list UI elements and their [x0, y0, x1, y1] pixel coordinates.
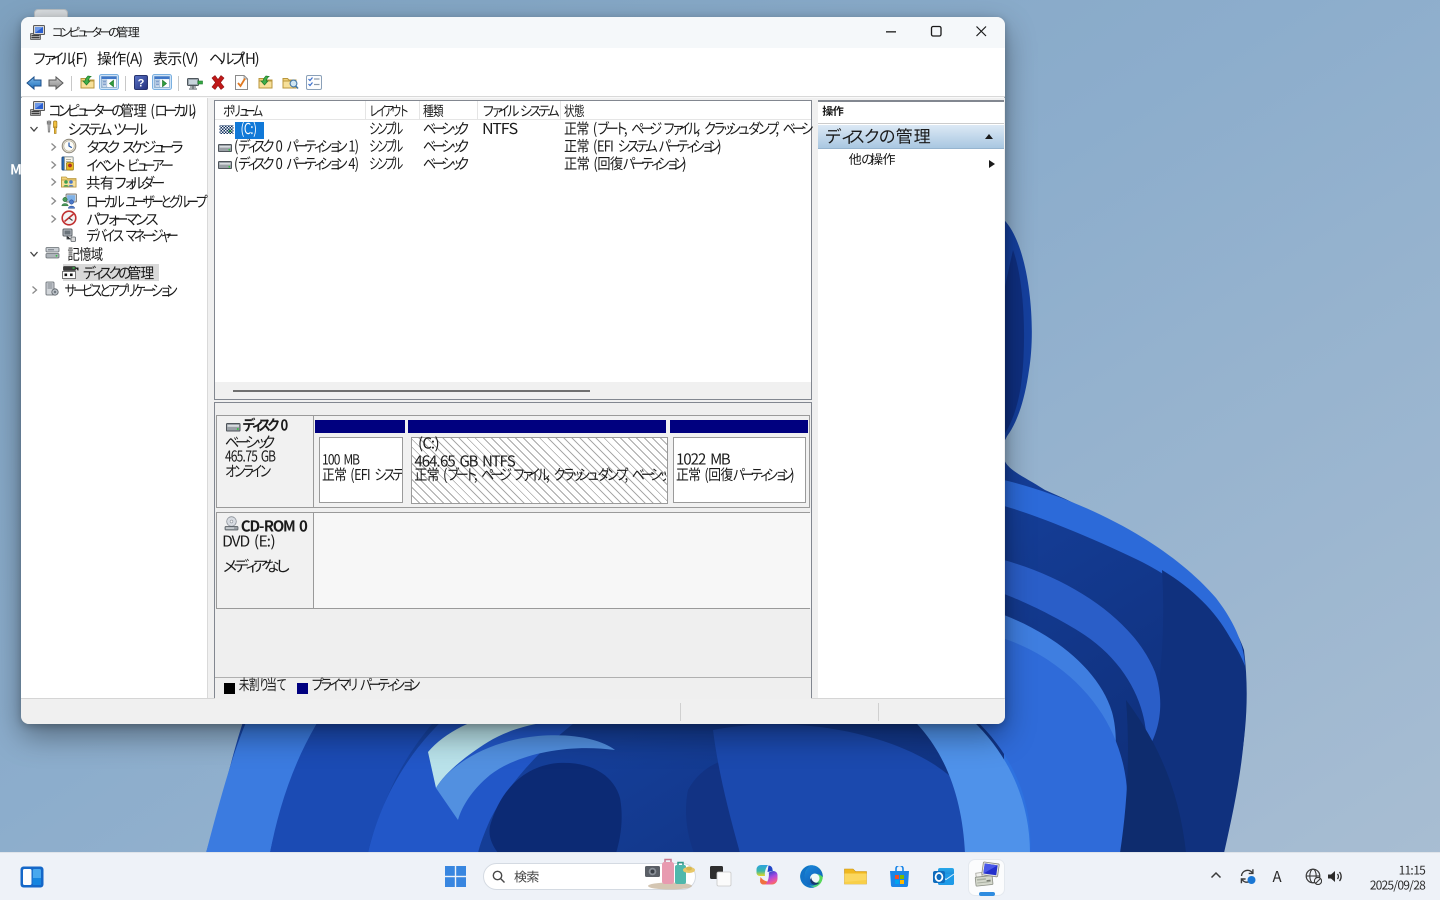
- svg-text:?: ?: [138, 78, 145, 90]
